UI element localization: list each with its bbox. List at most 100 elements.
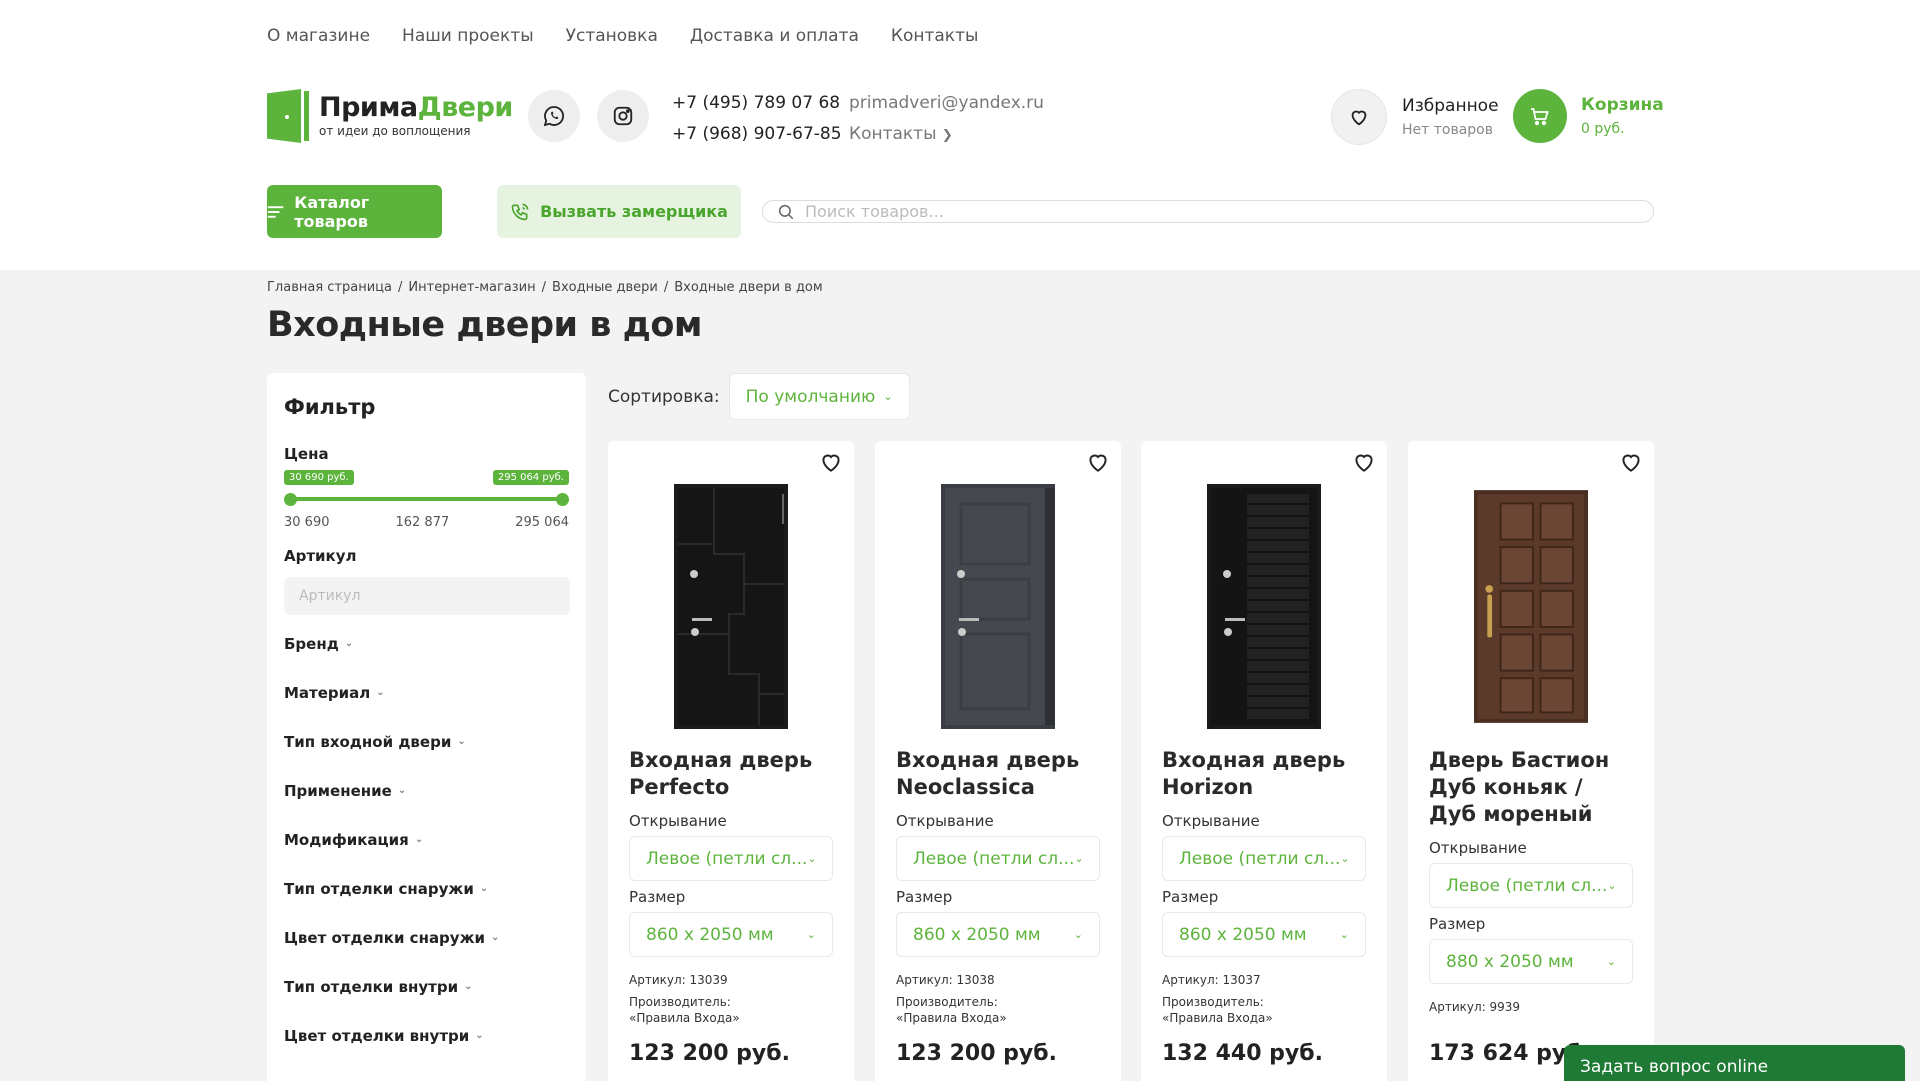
maker-value: «Правила Входа» (629, 1011, 740, 1025)
chevron-down-icon: ⌄ (491, 932, 500, 943)
facet-modification[interactable]: Модификация ⌄ (284, 815, 569, 864)
product-card[interactable]: Дверь Бастион Дуб коньяк / Дуб мореный О… (1408, 441, 1654, 1081)
nav-about[interactable]: О магазине (267, 26, 370, 46)
breadcrumb-shop[interactable]: Интернет-магазин (408, 280, 535, 295)
online-chat-button[interactable]: Задать вопрос online (1564, 1045, 1905, 1081)
opening-label: Открывание (896, 812, 994, 830)
email-link[interactable]: primadveri@yandex.ru (849, 88, 1044, 119)
price-slider[interactable]: 30 690 руб. 295 064 руб. 30 690 162 877 … (284, 463, 569, 530)
facet-label: Цвет отделки снаружи (284, 928, 486, 947)
facet-outer-finish-color[interactable]: Цвет отделки снаружи ⌄ (284, 913, 569, 962)
opening-select[interactable]: Левое (петли сл... ⌄ (896, 836, 1100, 881)
nav-delivery[interactable]: Доставка и оплата (690, 26, 859, 46)
catalog-button-label: Каталог товаров (294, 192, 370, 231)
cart[interactable]: Корзина 0 руб. (1513, 89, 1664, 143)
opening-select[interactable]: Левое (петли сл... ⌄ (1162, 836, 1366, 881)
facet-inner-finish-type[interactable]: Тип отделки внутри ⌄ (284, 962, 569, 1011)
price-max-value: 295 064 (515, 515, 569, 530)
opening-select[interactable]: Левое (петли сл... ⌄ (629, 836, 833, 881)
maker-value: «Правила Входа» (1162, 1011, 1273, 1025)
nav-installation[interactable]: Установка (566, 26, 658, 46)
whatsapp-button[interactable] (528, 90, 580, 142)
breadcrumb-home[interactable]: Главная страница (267, 280, 392, 295)
instagram-button[interactable] (597, 90, 649, 142)
product-image[interactable] (941, 484, 1055, 729)
product-card[interactable]: Входная дверь Perfecto Открывание Левое … (608, 441, 854, 1081)
nav-projects[interactable]: Наши проекты (402, 26, 534, 46)
size-select[interactable]: 880 x 2050 мм ⌄ (1429, 939, 1633, 984)
header: О магазине Наши проекты Установка Достав… (0, 0, 1920, 270)
facet-outer-finish-type[interactable]: Тип отделки снаружи ⌄ (284, 864, 569, 913)
search-input[interactable] (805, 202, 1605, 221)
catalog-button[interactable]: Каталог товаров (267, 185, 442, 238)
top-nav: О магазине Наши проекты Установка Достав… (267, 26, 978, 46)
logo-name-2: Двери (417, 92, 514, 123)
price-min-tag: 30 690 руб. (284, 470, 354, 485)
chevron-down-icon: ⌄ (1074, 852, 1084, 865)
product-image[interactable] (1207, 484, 1321, 729)
product-name[interactable]: Входная дверь Horizon (1162, 747, 1366, 801)
product-image[interactable] (1474, 484, 1588, 729)
price-max-handle[interactable] (556, 493, 569, 506)
size-value: 860 x 2050 мм (913, 924, 1041, 945)
contacts-link[interactable]: Контакты ❯ (849, 119, 1044, 151)
opening-label: Открывание (1162, 812, 1260, 830)
door-logo-icon (267, 89, 309, 143)
opening-value: Левое (петли сл... (913, 848, 1075, 869)
call-measurer-label: Вызвать замерщика (540, 202, 728, 221)
product-name[interactable]: Дверь Бастион Дуб коньяк / Дуб мореный (1429, 747, 1633, 828)
cart-label: Корзина (1581, 95, 1664, 115)
price-label: Цена (284, 445, 329, 463)
contacts-link-label: Контакты (849, 124, 937, 144)
heart-icon[interactable] (1351, 449, 1377, 475)
chevron-down-icon: ⌄ (457, 736, 466, 747)
phone-1[interactable]: +7 (495) 789 07 68 (672, 88, 842, 119)
facet-brand[interactable]: Бренд ⌄ (284, 619, 569, 668)
facet-inner-finish-color[interactable]: Цвет отделки внутри ⌄ (284, 1011, 569, 1060)
heart-icon[interactable] (1618, 449, 1644, 475)
facet-application[interactable]: Применение ⌄ (284, 766, 569, 815)
call-measurer-button[interactable]: Вызвать замерщика (497, 185, 741, 238)
size-select[interactable]: 860 x 2050 мм ⌄ (629, 912, 833, 957)
article-input[interactable] (284, 577, 570, 615)
facet-label: Бренд (284, 634, 339, 653)
price-min-value: 30 690 (284, 515, 330, 530)
maker-value: «Правила Входа» (896, 1011, 1007, 1025)
nav-contacts[interactable]: Контакты (891, 26, 979, 46)
chevron-down-icon: ⌄ (464, 981, 473, 992)
chevron-down-icon: ⌄ (1606, 955, 1616, 968)
product-card[interactable]: Входная дверь Neoclassica Открывание Лев… (875, 441, 1121, 1081)
article-text: Артикул: 13038 (896, 973, 995, 987)
heart-icon[interactable] (818, 449, 844, 475)
chevron-down-icon: ⌄ (376, 687, 385, 698)
product-name[interactable]: Входная дверь Neoclassica (896, 747, 1100, 801)
size-label: Размер (1162, 888, 1219, 906)
size-select[interactable]: 860 x 2050 мм ⌄ (1162, 912, 1366, 957)
search-icon (778, 204, 794, 219)
phone-call-icon (511, 203, 529, 220)
breadcrumb-entrance-doors[interactable]: Входные двери (552, 280, 658, 295)
product-card[interactable]: Входная дверь Horizon Открывание Левое (… (1141, 441, 1387, 1081)
price-min-handle[interactable] (284, 493, 297, 506)
filter-title: Фильтр (284, 395, 376, 419)
product-price: 132 440 руб. (1162, 1041, 1323, 1066)
size-label: Размер (896, 888, 953, 906)
favorites[interactable]: Избранное Нет товаров (1331, 89, 1499, 145)
price-max-tag: 295 064 руб. (492, 470, 569, 485)
search-bar (762, 200, 1654, 223)
product-image[interactable] (674, 484, 788, 729)
size-value: 880 x 2050 мм (1446, 951, 1574, 972)
chevron-down-icon: ⌄ (807, 852, 817, 865)
product-name[interactable]: Входная дверь Perfecto (629, 747, 833, 801)
facet-label: Цвет отделки внутри (284, 1026, 470, 1045)
logo-name-1: Прима (319, 92, 418, 123)
size-select[interactable]: 860 x 2050 мм ⌄ (896, 912, 1100, 957)
facet-door-type[interactable]: Тип входной двери ⌄ (284, 717, 569, 766)
logo[interactable]: ПримаДвери от идеи до воплощения (267, 89, 513, 143)
opening-select[interactable]: Левое (петли сл... ⌄ (1429, 863, 1633, 908)
sort-dropdown[interactable]: По умолчанию ⌄ (728, 373, 910, 420)
heart-icon[interactable] (1085, 449, 1111, 475)
facet-material[interactable]: Материал ⌄ (284, 668, 569, 717)
favorites-status: Нет товаров (1402, 122, 1493, 138)
phone-2[interactable]: +7 (968) 907-67-85 (672, 119, 842, 150)
